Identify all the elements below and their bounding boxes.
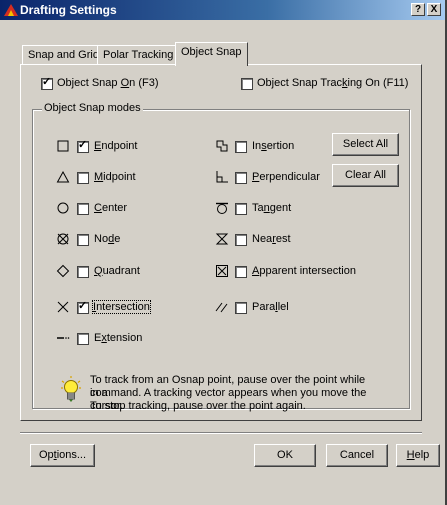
extension-label[interactable]: Extension <box>94 332 142 344</box>
check-mark-icon: ✓ <box>78 300 88 312</box>
tab-polar-tracking[interactable]: Polar Tracking <box>97 45 180 64</box>
apparent-intersection-marker-icon <box>216 265 228 277</box>
parallel-checkbox[interactable] <box>235 302 247 314</box>
nearest-label[interactable]: Nearest <box>252 233 291 245</box>
node-checkbox[interactable] <box>77 234 89 246</box>
apparent-intersection-label[interactable]: Apparent intersection <box>252 265 356 277</box>
node-label[interactable]: Node <box>94 233 120 245</box>
insertion-label[interactable]: Insertion <box>252 140 294 152</box>
check-mark-icon: ✓ <box>78 139 88 151</box>
tangent-label[interactable]: Tangent <box>252 202 291 214</box>
perpendicular-label[interactable]: Perpendicular <box>252 171 320 183</box>
circle-marker-icon <box>57 202 69 214</box>
object-snap-on-label[interactable]: Object Snap On (F3) <box>57 77 159 89</box>
insertion-checkbox[interactable] <box>235 141 247 153</box>
object-snap-tracking-checkbox[interactable] <box>241 78 253 90</box>
nearest-checkbox[interactable] <box>235 234 247 246</box>
tangent-marker-icon <box>216 202 228 214</box>
endpoint-checkbox[interactable]: ✓ <box>77 139 89 153</box>
insertion-marker-icon <box>216 140 228 152</box>
quadrant-checkbox[interactable] <box>77 266 89 278</box>
diamond-marker-icon <box>56 264 70 278</box>
help-button[interactable]: Help <box>396 444 440 467</box>
parallel-marker-icon <box>215 302 228 313</box>
tip-line-3: To stop tracking, pause over the point a… <box>90 400 306 412</box>
tab-object-snap[interactable]: Object Snap <box>175 42 248 66</box>
options-button[interactable]: Options... <box>30 444 95 467</box>
x-marker-icon <box>57 301 69 313</box>
square-marker-icon <box>57 140 69 152</box>
nearest-marker-icon <box>215 233 229 245</box>
tab-snap-and-grid[interactable]: Snap and Grid <box>22 45 105 64</box>
triangle-marker-icon <box>56 170 70 183</box>
perpendicular-marker-icon <box>216 171 228 183</box>
intersection-checkbox[interactable]: ✓ <box>77 300 89 314</box>
object-snap-tracking-label[interactable]: Object Snap Tracking On (F11) <box>257 77 408 89</box>
lightbulb-icon <box>61 376 81 402</box>
tangent-checkbox[interactable] <box>235 203 247 215</box>
autocad-app-icon <box>4 4 18 16</box>
check-mark-icon: ✓ <box>42 76 52 88</box>
window-title: Drafting Settings <box>20 3 117 17</box>
midpoint-label[interactable]: Midpoint <box>94 171 136 183</box>
object-snap-on-checkbox[interactable]: ✓ <box>41 76 53 90</box>
ok-button[interactable]: OK <box>254 444 316 467</box>
title-bar[interactable]: Drafting Settings ? X <box>0 0 445 20</box>
close-title-button[interactable]: X <box>427 3 441 16</box>
cancel-button[interactable]: Cancel <box>326 444 388 467</box>
clear-all-button[interactable]: Clear All <box>332 164 399 187</box>
extension-marker-icon <box>57 337 70 339</box>
intersection-label[interactable]: Intersection <box>92 300 151 314</box>
perpendicular-checkbox[interactable] <box>235 172 247 184</box>
extension-checkbox[interactable] <box>77 333 89 345</box>
select-all-button[interactable]: Select All <box>332 133 399 156</box>
help-title-button[interactable]: ? <box>411 3 425 16</box>
center-label[interactable]: Center <box>94 202 127 214</box>
center-checkbox[interactable] <box>77 203 89 215</box>
midpoint-checkbox[interactable] <box>77 172 89 184</box>
drafting-settings-dialog: Drafting Settings ? X Snap and Grid Pola… <box>0 0 447 505</box>
object-snap-modes-label: Object Snap modes <box>42 102 143 114</box>
endpoint-label[interactable]: Endpoint <box>94 140 137 152</box>
node-marker-icon <box>57 233 69 245</box>
parallel-label[interactable]: Parallel <box>252 301 289 313</box>
separator <box>20 432 422 434</box>
apparent-intersection-checkbox[interactable] <box>235 266 247 278</box>
quadrant-label[interactable]: Quadrant <box>94 265 140 277</box>
